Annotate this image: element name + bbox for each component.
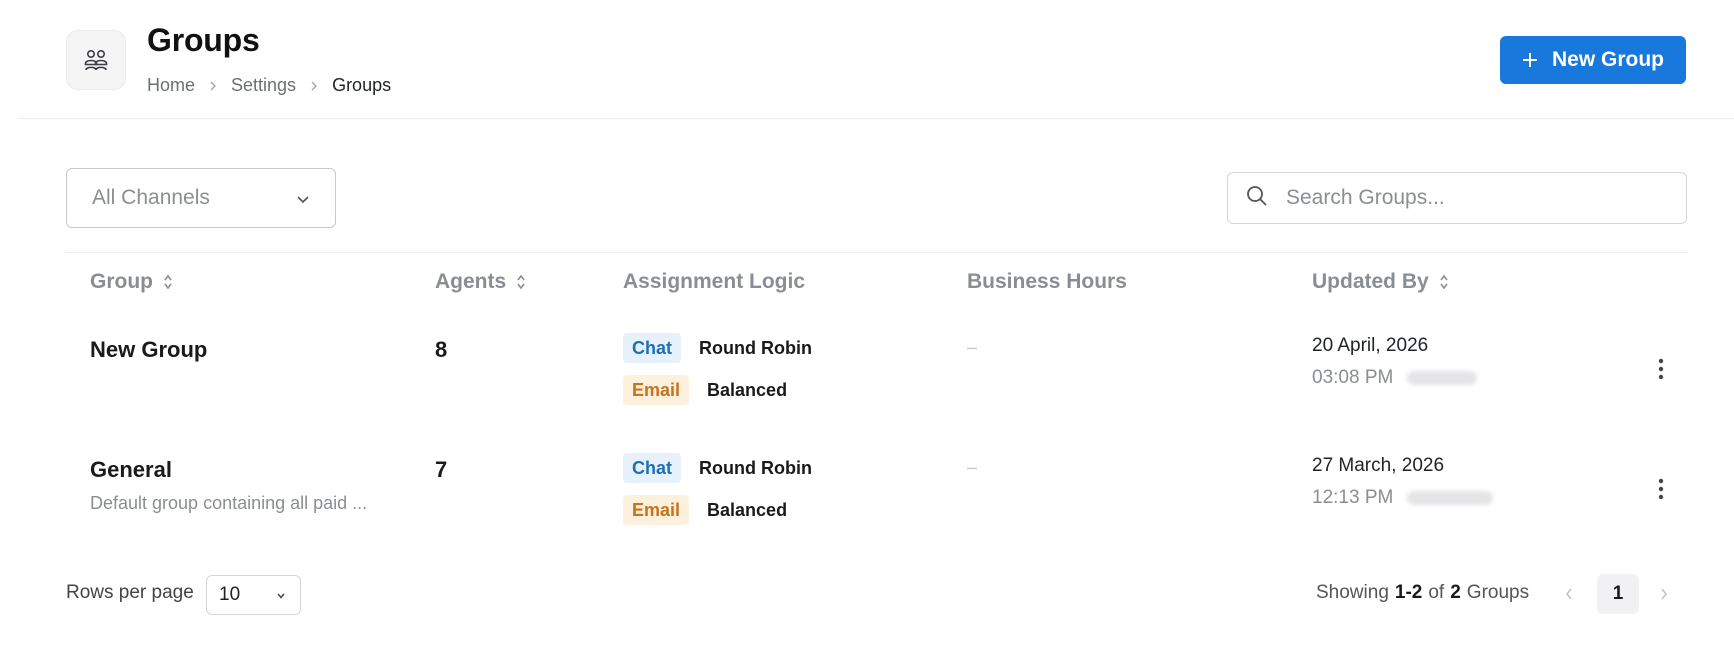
new-group-label: New Group xyxy=(1551,48,1664,71)
breadcrumb-home[interactable]: Home xyxy=(147,75,195,96)
logic-line: Email Balanced xyxy=(623,495,812,525)
more-options-icon[interactable] xyxy=(1649,354,1673,384)
plus-icon xyxy=(1522,52,1538,68)
column-header-label: Business Hours xyxy=(967,270,1127,293)
business-hours-value: – xyxy=(967,337,978,357)
assignment-strategy: Balanced xyxy=(707,379,788,400)
updated-by-user-redacted xyxy=(1407,491,1494,505)
logic-line: Email Balanced xyxy=(623,375,812,405)
showing-range: 1-2 xyxy=(1394,582,1423,603)
page-header: Groups Home Settings Groups New Group xyxy=(0,0,1734,119)
pagination-summary: Showing 1-2 of 2 Groups xyxy=(1316,582,1529,604)
updated-time-line: 12:13 PM xyxy=(1312,487,1494,509)
channel-tag-chat: Chat xyxy=(623,453,681,483)
updated-time: 03:08 PM xyxy=(1312,367,1394,388)
assignment-strategy: Round Robin xyxy=(699,457,812,478)
business-hours-value: – xyxy=(967,457,978,477)
showing-suffix: Groups xyxy=(1466,582,1530,603)
agents-count: 8 xyxy=(435,337,448,362)
column-header-updated-by[interactable]: Updated By xyxy=(1312,270,1449,294)
updated-by-cell: 20 April, 2026 03:08 PM xyxy=(1312,335,1478,389)
group-cell: New Group xyxy=(90,337,207,363)
sort-icon[interactable] xyxy=(516,273,526,291)
updated-by-cell: 27 March, 2026 12:13 PM xyxy=(1312,455,1494,509)
column-header-business-hours: Business Hours xyxy=(967,270,1127,294)
updated-date: 20 April, 2026 xyxy=(1312,335,1429,356)
group-name[interactable]: General xyxy=(90,457,367,483)
updated-time: 12:13 PM xyxy=(1312,487,1394,508)
channel-tag-chat: Chat xyxy=(623,333,681,363)
chevron-right-icon xyxy=(309,80,319,92)
table-row[interactable]: New Group 8 Chat Round Robin Email Balan… xyxy=(66,330,1687,450)
table-row[interactable]: General Default group containing all pai… xyxy=(66,450,1687,570)
breadcrumb-groups: Groups xyxy=(332,75,392,95)
agents-count: 7 xyxy=(435,457,448,482)
pagination-page-button[interactable]: 1 xyxy=(1597,574,1639,614)
updated-by-user-redacted xyxy=(1407,371,1478,385)
column-header-label: Assignment Logic xyxy=(623,270,806,293)
table-top-divider xyxy=(66,252,1687,253)
column-header-assignment-logic: Assignment Logic xyxy=(623,270,805,294)
channel-tag-email: Email xyxy=(623,375,690,405)
group-icon xyxy=(66,30,126,90)
assignment-strategy: Round Robin xyxy=(699,337,812,358)
column-header-label: Updated By xyxy=(1312,270,1429,293)
chevron-down-icon xyxy=(296,186,310,210)
search-box[interactable] xyxy=(1227,172,1687,224)
chevron-down-icon xyxy=(276,584,286,606)
rows-per-page-label: Rows per page xyxy=(66,582,194,603)
column-header-agents[interactable]: Agents xyxy=(435,270,526,294)
chevron-right-icon[interactable] xyxy=(1652,582,1676,606)
chevron-left-icon[interactable] xyxy=(1557,582,1581,606)
more-options-icon[interactable] xyxy=(1649,474,1673,504)
channel-filter-select[interactable]: All Channels xyxy=(66,168,336,228)
search-input[interactable] xyxy=(1286,186,1666,210)
chevron-right-icon xyxy=(208,80,218,92)
assignment-logic-cell: Chat Round Robin Email Balanced xyxy=(623,453,812,537)
rows-per-page-select[interactable]: 10 xyxy=(206,575,301,615)
showing-of: of xyxy=(1428,582,1445,603)
logic-line: Chat Round Robin xyxy=(623,453,812,483)
assignment-strategy: Balanced xyxy=(707,499,788,520)
search-icon xyxy=(1246,185,1268,212)
breadcrumb: Home Settings Groups xyxy=(147,75,391,96)
logic-line: Chat Round Robin xyxy=(623,333,812,363)
channel-tag-email: Email xyxy=(623,495,690,525)
updated-time-line: 03:08 PM xyxy=(1312,367,1478,389)
assignment-logic-cell: Chat Round Robin Email Balanced xyxy=(623,333,812,417)
column-header-group[interactable]: Group xyxy=(90,270,173,294)
group-name[interactable]: New Group xyxy=(90,337,207,363)
new-group-button[interactable]: New Group xyxy=(1500,36,1686,84)
column-header-label: Agents xyxy=(435,270,507,293)
group-cell: General Default group containing all pai… xyxy=(90,457,367,514)
showing-total: 2 xyxy=(1450,582,1461,603)
group-description: Default group containing all paid ... xyxy=(90,493,368,513)
page-title: Groups xyxy=(147,22,260,58)
rows-per-page-value: 10 xyxy=(219,584,241,605)
breadcrumb-settings[interactable]: Settings xyxy=(231,75,296,96)
channel-filter-value: All Channels xyxy=(92,186,210,209)
header-divider xyxy=(18,118,1734,119)
sort-icon[interactable] xyxy=(163,273,173,291)
updated-date: 27 March, 2026 xyxy=(1312,455,1445,476)
column-header-label: Group xyxy=(90,270,153,293)
sort-icon[interactable] xyxy=(1439,273,1449,291)
showing-prefix: Showing xyxy=(1316,582,1389,603)
